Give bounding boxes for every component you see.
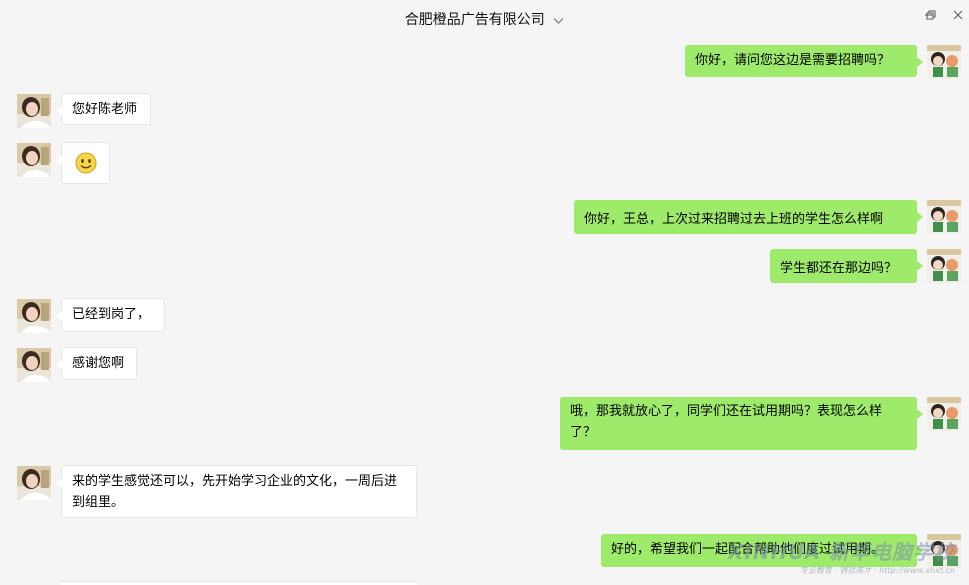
avatar[interactable] — [927, 200, 961, 234]
message-bubble[interactable] — [56, 142, 110, 184]
restore-icon[interactable] — [925, 9, 937, 21]
message-bubble[interactable]: 已经到岗了， — [56, 298, 165, 332]
message-text: 哦，那我就放心了，同学们还在试用期吗？表现怎么样了？ — [570, 404, 883, 440]
watermark-line2: 专业教育 · 铸就英才 · http://www.xhxt.cn — [799, 566, 955, 575]
message-text: 已经到岗了， — [72, 307, 151, 322]
avatar[interactable] — [927, 397, 961, 431]
smile-emoji-icon — [75, 152, 97, 174]
message-text: 感谢您啊 — [72, 356, 125, 371]
chevron-down-icon[interactable] — [553, 15, 564, 26]
message-text: 你好，王总，上次过来招聘过去上班的学生怎么样啊 — [584, 212, 884, 227]
watermark-line1: XINHUA 新华电脑学校 — [727, 540, 955, 564]
avatar[interactable] — [17, 94, 51, 128]
avatar[interactable] — [927, 45, 961, 79]
close-icon[interactable] — [952, 9, 964, 21]
message-bubble[interactable]: 您好陈老师 — [56, 93, 151, 125]
message-bubble[interactable]: 来的学生感觉还可以，先开始学习企业的文化，一周后进到组里。 — [56, 465, 417, 518]
chat-title[interactable]: 合肥橙品广告有限公司 — [0, 9, 969, 29]
message-text: 学生都还在那边吗？ — [780, 261, 898, 276]
partial-message-edge — [61, 581, 417, 585]
chat-title-text: 合肥橙品广告有限公司 — [404, 12, 545, 28]
message-text: 来的学生感觉还可以，先开始学习企业的文化，一周后进到组里。 — [72, 474, 398, 510]
message-bubble[interactable]: 学生都还在那边吗？ — [770, 249, 923, 283]
watermark: XINHUA 新华电脑学校 专业教育 · 铸就英才 · http://www.x… — [728, 536, 955, 576]
message-bubble[interactable]: 你好，王总，上次过来招聘过去上班的学生怎么样啊 — [574, 200, 923, 234]
title-bar: 合肥橙品广告有限公司 — [0, 0, 969, 36]
avatar[interactable] — [17, 143, 51, 177]
avatar[interactable] — [17, 466, 51, 500]
message-bubble[interactable]: 感谢您啊 — [56, 347, 137, 380]
avatar[interactable] — [17, 299, 51, 333]
message-text: 您好陈老师 — [72, 102, 138, 117]
message-text: 你好，请问您这边是需要招聘吗？ — [695, 53, 891, 68]
message-bubble[interactable]: 哦，那我就放心了，同学们还在试用期吗？表现怎么样了？ — [560, 397, 923, 450]
message-bubble[interactable]: 你好，请问您这边是需要招聘吗？ — [685, 45, 923, 77]
avatar[interactable] — [927, 249, 961, 283]
avatar[interactable] — [17, 348, 51, 382]
